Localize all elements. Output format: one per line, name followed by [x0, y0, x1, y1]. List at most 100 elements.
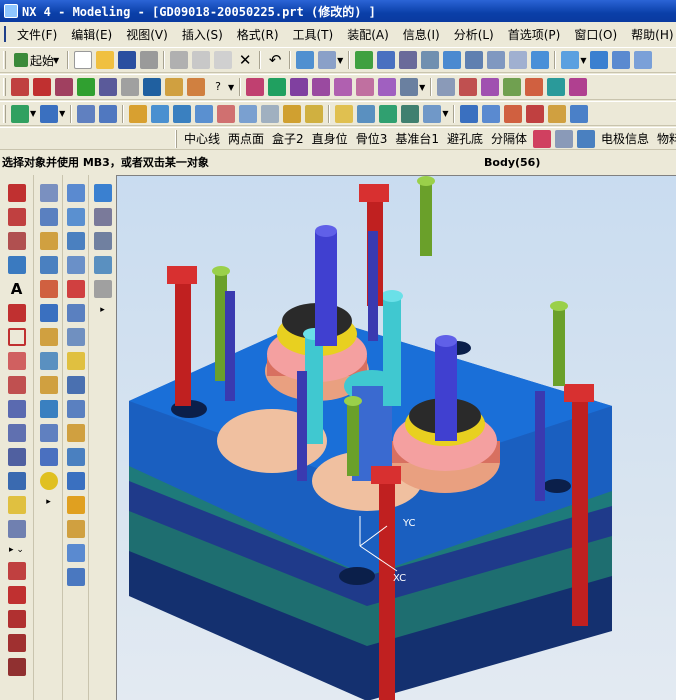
- extrude-icon[interactable]: [165, 78, 183, 96]
- arc-icon[interactable]: [7, 208, 26, 226]
- zoom-icon[interactable]: [421, 51, 440, 69]
- chevron-down-icon[interactable]: ▸: [46, 497, 51, 507]
- menu-analysis[interactable]: 分析(L): [447, 26, 501, 43]
- layout-icon[interactable]: [548, 104, 567, 123]
- thread-icon[interactable]: [67, 496, 85, 514]
- chevron-down-icon[interactable]: ▼: [580, 56, 586, 65]
- blue-pin[interactable]: [297, 371, 307, 481]
- grid-icon[interactable]: [55, 78, 73, 96]
- hole-icon[interactable]: [39, 376, 58, 394]
- paste-icon[interactable]: [214, 51, 233, 69]
- red-post-cap[interactable]: [167, 266, 197, 284]
- zoom-window-icon[interactable]: [399, 51, 418, 69]
- mirror-icon[interactable]: [93, 208, 112, 226]
- curvature-icon[interactable]: [525, 78, 544, 96]
- document-icon[interactable]: [4, 26, 6, 42]
- assembly-icon[interactable]: [11, 104, 29, 123]
- split-face-icon[interactable]: [67, 280, 85, 298]
- runner-icon[interactable]: [305, 104, 324, 123]
- slot-icon[interactable]: [67, 568, 85, 586]
- curve-icon[interactable]: [33, 78, 51, 96]
- cooling-icon[interactable]: [335, 104, 354, 123]
- shaded-icon[interactable]: [561, 51, 580, 69]
- block-icon[interactable]: [77, 78, 95, 96]
- cut-icon[interactable]: [170, 51, 189, 69]
- helix-icon[interactable]: [7, 376, 26, 394]
- cyan-shaft[interactable]: [383, 296, 401, 406]
- top-view-icon[interactable]: [612, 51, 631, 69]
- mesh-icon[interactable]: [7, 448, 26, 466]
- pan-icon[interactable]: [487, 51, 506, 69]
- electrode-info-button[interactable]: 电极信息: [597, 130, 653, 147]
- analysis-icon[interactable]: [481, 78, 500, 96]
- trim-curve-icon[interactable]: [7, 610, 26, 628]
- cavity-icon[interactable]: [173, 104, 192, 123]
- chevron-down-icon[interactable]: ▼: [30, 109, 36, 118]
- trim-icon[interactable]: [121, 78, 139, 96]
- measure-icon[interactable]: [459, 78, 478, 96]
- menu-preferences[interactable]: 首选项(P): [501, 26, 568, 43]
- green-bolt-head[interactable]: [344, 396, 362, 406]
- wave-icon[interactable]: [7, 562, 26, 580]
- toolbar-grip[interactable]: [3, 104, 6, 123]
- curve-edit-icon[interactable]: [268, 78, 287, 96]
- cyan-shaft[interactable]: [305, 334, 323, 444]
- red-post[interactable]: [379, 476, 395, 700]
- electrode-icon[interactable]: [357, 104, 376, 123]
- bridge-icon[interactable]: [378, 78, 397, 96]
- scale-icon[interactable]: [93, 232, 112, 250]
- menu-view[interactable]: 视图(V): [119, 26, 175, 43]
- magnify-icon[interactable]: [443, 51, 462, 69]
- body-icon[interactable]: [93, 184, 112, 202]
- menu-file[interactable]: 文件(F): [10, 26, 64, 43]
- chevron-down-icon[interactable]: ▼: [419, 83, 425, 92]
- threaded-core-left[interactable]: [315, 231, 337, 346]
- edit-icon[interactable]: [296, 51, 315, 69]
- surface-icon[interactable]: [246, 78, 265, 96]
- feature-icon[interactable]: [99, 78, 117, 96]
- clearance-hole-button[interactable]: 避孔底: [443, 130, 487, 147]
- replace-face-icon[interactable]: [67, 328, 85, 346]
- menu-assemblies[interactable]: 装配(A): [340, 26, 396, 43]
- reference-icon[interactable]: [77, 104, 96, 123]
- loft-icon[interactable]: [39, 232, 58, 250]
- red-post[interactable]: [175, 276, 191, 406]
- section-icon[interactable]: [503, 78, 522, 96]
- menu-window[interactable]: 窗口(O): [567, 26, 624, 43]
- taper-icon[interactable]: [67, 400, 85, 418]
- move-face-icon[interactable]: [67, 352, 85, 370]
- wizard-icon[interactable]: [460, 104, 479, 123]
- new-icon[interactable]: [74, 51, 93, 69]
- parting-icon[interactable]: [504, 104, 523, 123]
- green-bolt[interactable]: [420, 181, 432, 256]
- insert-icon[interactable]: [261, 104, 280, 123]
- divide-icon[interactable]: [7, 634, 26, 652]
- graphics-window[interactable]: YC XC: [116, 175, 676, 700]
- red-post-cap[interactable]: [359, 184, 389, 202]
- guide-hole[interactable]: [339, 567, 375, 585]
- sketch-icon[interactable]: [11, 78, 29, 96]
- shrink-icon[interactable]: [526, 104, 545, 123]
- split-body-button[interactable]: 分隔体: [487, 130, 531, 147]
- rib-icon[interactable]: [67, 448, 85, 466]
- polygon-icon[interactable]: [7, 352, 26, 370]
- table-icon[interactable]: [7, 520, 26, 538]
- chevron-down-icon[interactable]: ▼: [337, 56, 343, 65]
- hole-icon[interactable]: [423, 104, 442, 123]
- mold-icon[interactable]: [129, 104, 148, 123]
- menu-help[interactable]: 帮助(H): [624, 26, 676, 43]
- toolbar-grip[interactable]: [3, 51, 6, 69]
- straight-position-button[interactable]: 直身位: [308, 130, 352, 147]
- tool-icon[interactable]: [482, 104, 501, 123]
- chevron-down-icon[interactable]: ▼: [59, 109, 65, 118]
- toolbar-grip[interactable]: [175, 129, 177, 148]
- blue-pin[interactable]: [225, 291, 235, 401]
- front-view-icon[interactable]: [634, 51, 653, 69]
- save-icon[interactable]: [118, 51, 137, 69]
- emboss-icon[interactable]: [67, 424, 85, 442]
- datum-pad1-button[interactable]: 基准台1: [391, 130, 443, 147]
- chevron-down-icon[interactable]: ▼: [228, 83, 234, 92]
- copy-icon[interactable]: [192, 51, 211, 69]
- draft-icon[interactable]: [67, 376, 85, 394]
- arc-icon[interactable]: [312, 78, 331, 96]
